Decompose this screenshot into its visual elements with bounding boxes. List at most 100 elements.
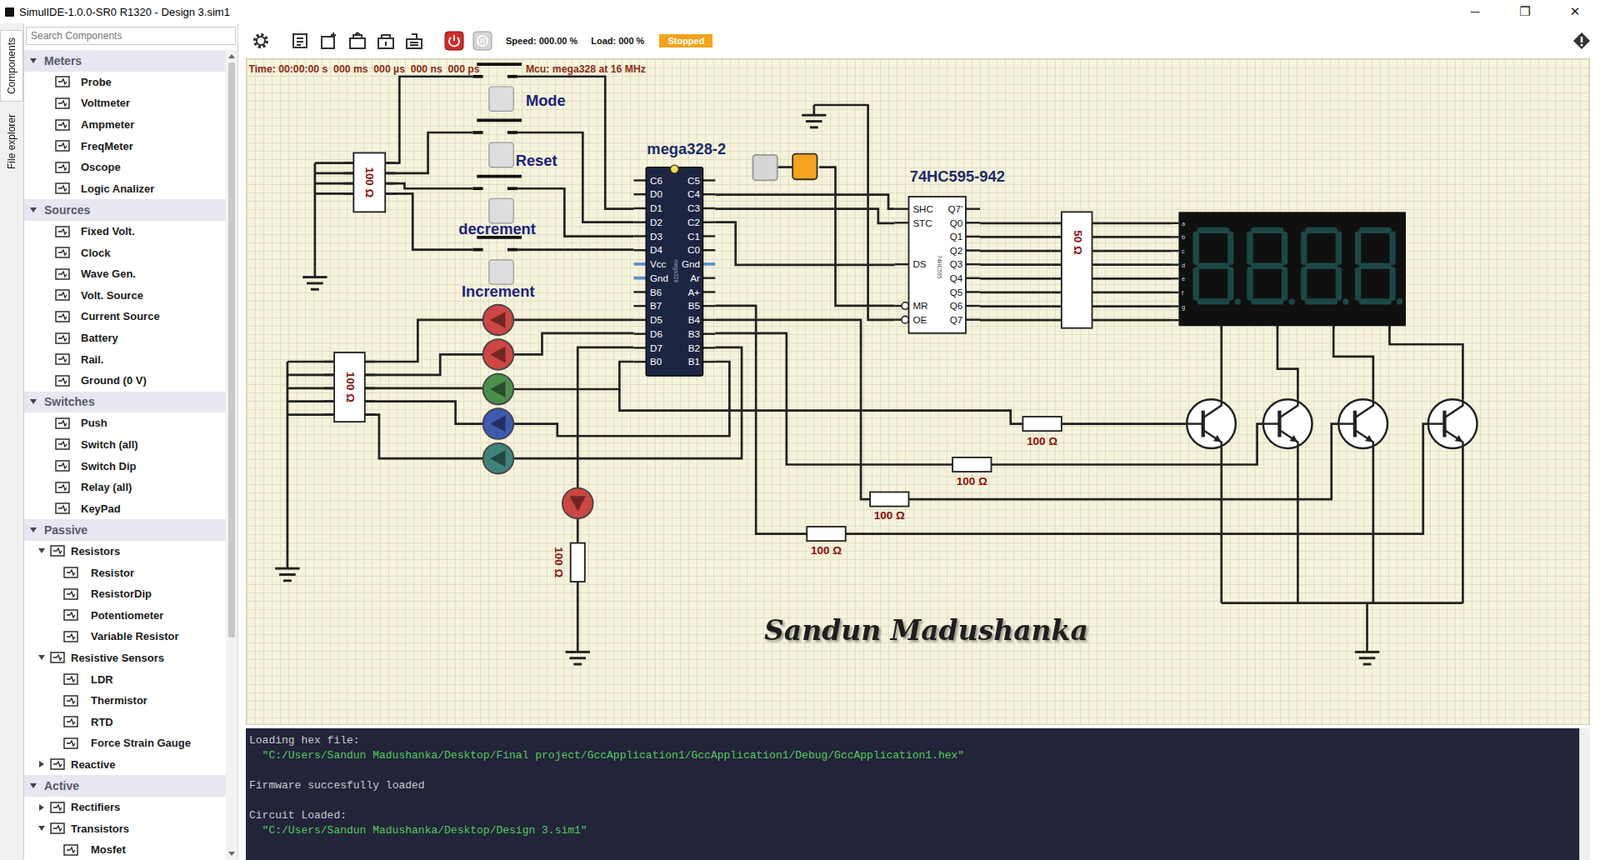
tree-row[interactable]: Wave Gen.	[24, 263, 226, 285]
wire[interactable]	[1220, 325, 1223, 400]
resistor-dip[interactable]: 100 Ω	[343, 152, 395, 212]
led[interactable]	[562, 488, 594, 520]
wire[interactable]	[619, 389, 1023, 425]
wire[interactable]	[286, 361, 290, 559]
side-tab[interactable]: File explorer	[0, 106, 24, 177]
wire[interactable]	[980, 305, 1052, 308]
tree-row[interactable]: Meters	[24, 50, 226, 72]
tree-row[interactable]: Oscope	[24, 156, 226, 179]
window-control[interactable]: ✕	[1550, 0, 1600, 24]
wire[interactable]	[1296, 448, 1300, 604]
tree-row[interactable]: Switches	[24, 391, 226, 414]
push-button[interactable]: Mode	[472, 64, 565, 111]
wire[interactable]	[980, 263, 1052, 266]
wire[interactable]	[1461, 448, 1465, 604]
resistor[interactable]: 100 Ω	[870, 491, 909, 522]
tree-row[interactable]: Battery	[24, 327, 226, 350]
push-button[interactable]: Increment	[461, 237, 535, 300]
tree-row[interactable]: Passive	[24, 519, 226, 541]
ground-icon[interactable]	[565, 641, 590, 665]
tree-row[interactable]: Force Strain Gauge	[24, 732, 226, 755]
wire[interactable]	[776, 165, 794, 169]
resistor[interactable]: 100 Ω	[1022, 416, 1061, 448]
tree-row[interactable]: Reactive	[24, 754, 226, 776]
expand-arrow-icon[interactable]	[39, 760, 45, 768]
wire[interactable]	[385, 183, 473, 189]
wire[interactable]	[385, 132, 473, 174]
wire[interactable]	[980, 221, 1052, 225]
wire[interactable]	[980, 277, 1052, 280]
resistor[interactable]: 100 Ω	[552, 543, 585, 582]
tree-row[interactable]: Transistors	[24, 817, 226, 840]
wire[interactable]	[576, 581, 580, 642]
side-tab[interactable]: Components	[0, 30, 24, 102]
ground-icon[interactable]	[302, 266, 327, 290]
wire[interactable]	[1102, 235, 1172, 239]
wire[interactable]	[1372, 448, 1375, 604]
tree-row[interactable]: Potentiometer	[24, 604, 226, 626]
tree-row[interactable]: ResistorDip	[24, 583, 226, 605]
led[interactable]	[483, 339, 515, 370]
wire[interactable]	[715, 320, 870, 500]
seven-segment-display[interactable]: abcdefg	[1171, 211, 1406, 330]
tree-row[interactable]: Resistive Sensors	[24, 647, 226, 670]
wire[interactable]	[980, 250, 1052, 253]
source-switch[interactable]	[752, 155, 777, 181]
wire[interactable]	[1221, 601, 1464, 605]
settings-gear-icon[interactable]	[250, 30, 271, 51]
expand-arrow-icon[interactable]	[39, 804, 45, 811]
tree-row[interactable]: KeyPad	[24, 497, 226, 520]
tree-row[interactable]: Thermistor	[24, 690, 226, 712]
tree-row[interactable]: Rectifiers	[24, 796, 226, 819]
shift-register-chip[interactable]: 74HC595-942SHCSTCDSMROEQ7'Q0Q1Q2Q3Q4Q5Q6…	[894, 167, 1005, 334]
led[interactable]	[483, 408, 515, 440]
tree-row[interactable]: Probe	[24, 71, 226, 94]
tree-row[interactable]: Voltmeter	[24, 92, 226, 115]
expand-arrow-icon[interactable]	[30, 207, 37, 213]
wire[interactable]	[513, 333, 634, 355]
push-button[interactable]: Reset	[472, 120, 557, 170]
wire[interactable]	[365, 354, 484, 375]
tree-row[interactable]: Fixed Volt.	[24, 220, 226, 243]
wire[interactable]	[845, 424, 1429, 535]
circuit-canvas[interactable]: Time: 00:00:00 s 000 ms 000 µs 000 ns 00…	[245, 58, 1590, 725]
led[interactable]	[483, 374, 515, 405]
mcu-chip[interactable]: mega328-2C6D0D1D2D3D4VccGndB6B7D5D6D7B0C…	[633, 140, 726, 376]
expand-arrow-icon[interactable]	[30, 399, 37, 405]
wire[interactable]	[314, 163, 317, 268]
wire[interactable]	[819, 167, 895, 306]
resistor[interactable]: 100 Ω	[952, 457, 991, 488]
tree-row[interactable]: Push	[24, 412, 226, 435]
save-as-icon[interactable]	[375, 30, 396, 51]
tree-row[interactable]: Current Source	[24, 305, 226, 328]
tree-row[interactable]: Mosfet	[24, 839, 226, 860]
tree-row[interactable]: Clock	[24, 241, 226, 264]
wire[interactable]	[513, 347, 742, 459]
expand-arrow-icon[interactable]	[30, 527, 37, 533]
expand-arrow-icon[interactable]	[30, 783, 37, 789]
tree-row[interactable]: Switch (all)	[24, 434, 226, 456]
source-switch[interactable]	[792, 154, 817, 180]
transistor[interactable]	[1186, 399, 1236, 449]
tree-row[interactable]: Volt. Source	[24, 285, 226, 307]
console-scrollbar[interactable]	[1579, 728, 1590, 860]
wire[interactable]	[1102, 277, 1172, 280]
transistor[interactable]	[1263, 399, 1313, 449]
wire[interactable]	[715, 333, 953, 465]
wire[interactable]	[1220, 448, 1223, 604]
wire[interactable]	[365, 401, 484, 425]
tree-row[interactable]: Resistors	[24, 540, 226, 563]
wire[interactable]	[980, 319, 1052, 322]
tree-row[interactable]: Resistor	[24, 561, 226, 584]
wire[interactable]	[1102, 221, 1172, 225]
wire[interactable]	[517, 132, 634, 223]
resistor-dip[interactable]: 100 Ω	[324, 352, 375, 422]
wire[interactable]	[1102, 305, 1172, 308]
transistor[interactable]	[1428, 399, 1478, 449]
tree-row[interactable]: Relay (all)	[24, 476, 226, 499]
save-circuit-icon[interactable]	[290, 30, 311, 51]
pause-button-icon[interactable]	[472, 30, 493, 51]
tree-row[interactable]: Rail.	[24, 348, 226, 370]
wire[interactable]	[513, 319, 634, 322]
wire[interactable]	[715, 305, 807, 535]
